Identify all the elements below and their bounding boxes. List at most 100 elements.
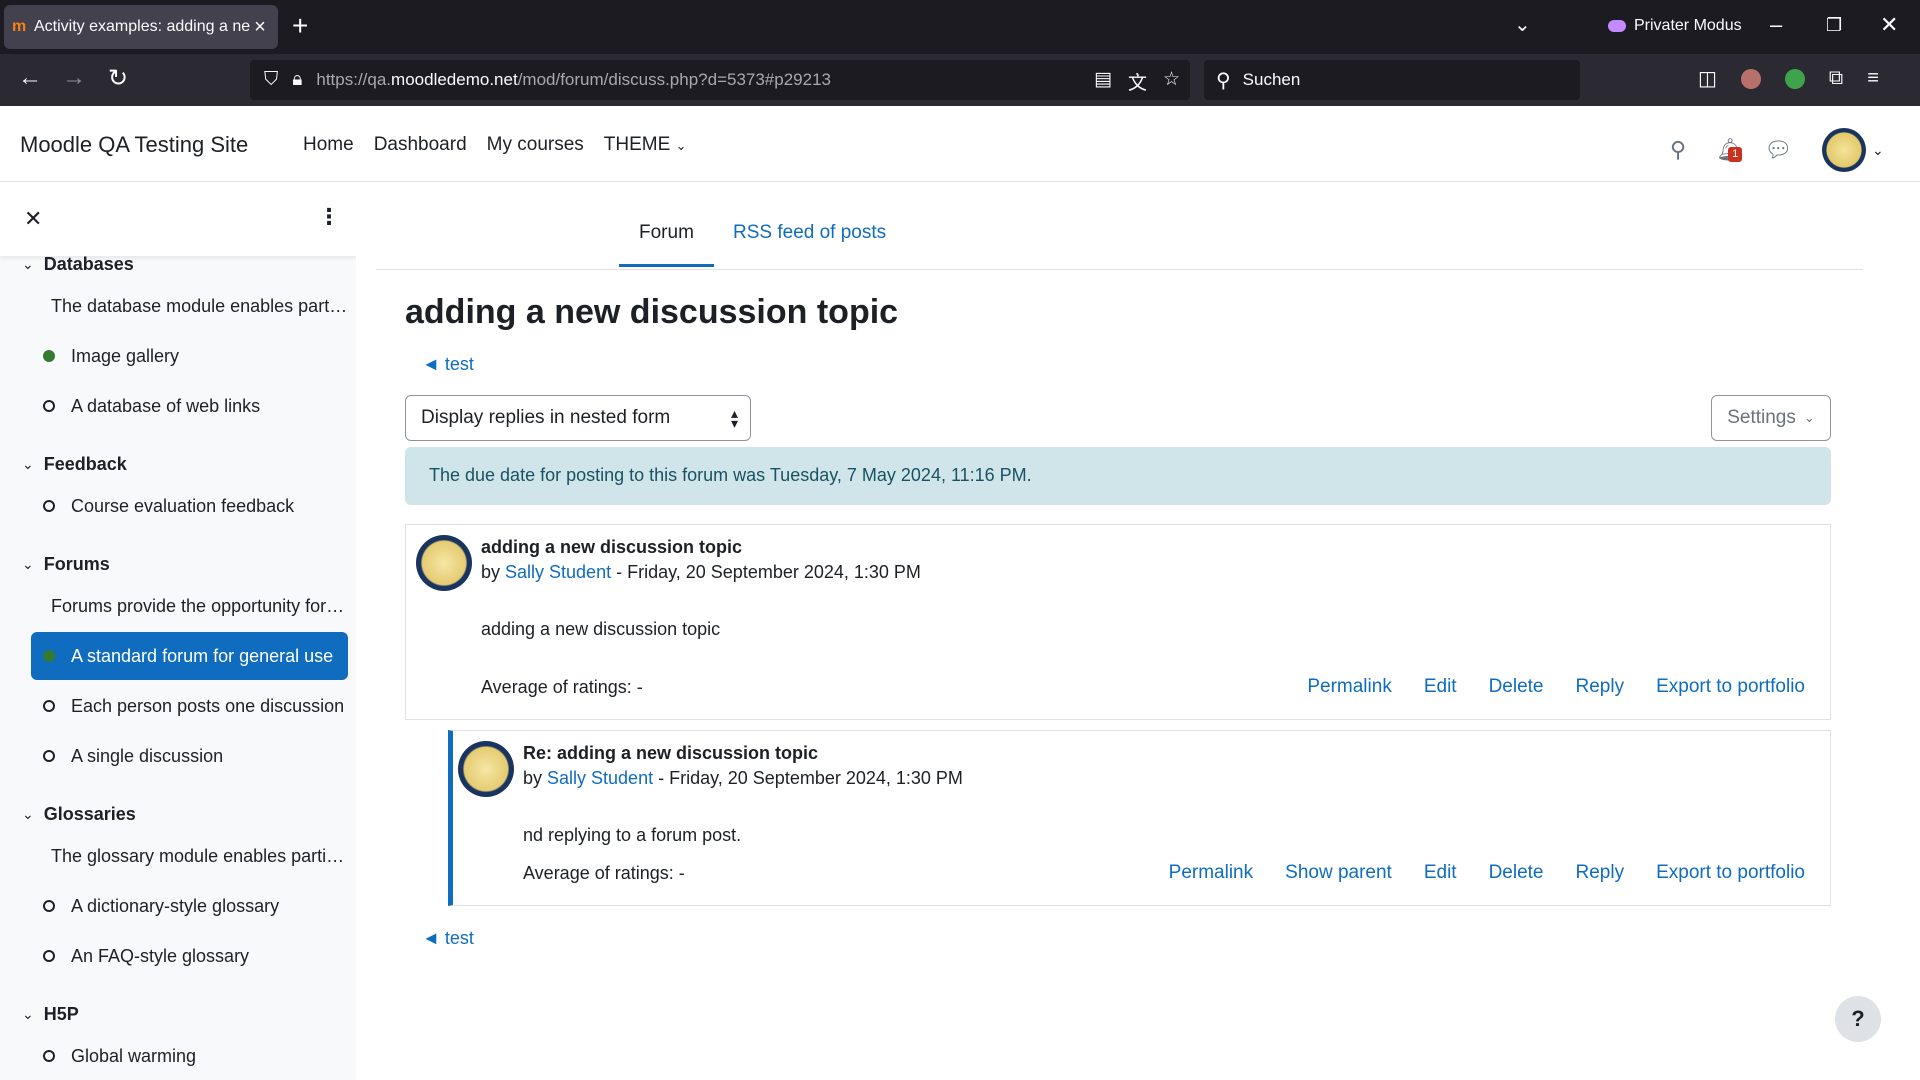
site-name[interactable]: Moodle QA Testing Site — [20, 132, 248, 158]
back-to-forum-link[interactable]: ◄ test — [422, 354, 474, 375]
close-tab-icon[interactable]: × — [250, 16, 270, 39]
post-byline: by Sally Student - Friday, 20 September … — [523, 768, 963, 788]
chevron-down-icon[interactable]: ⌄ — [22, 1006, 34, 1023]
close-drawer-icon[interactable]: ✕ — [24, 206, 42, 232]
list-item[interactable]: Each person posts one discussion — [31, 682, 348, 730]
author-link[interactable]: Sally Student — [505, 562, 611, 582]
list-item-active[interactable]: A standard forum for general use — [31, 632, 348, 680]
private-mode-label: Privater Modus — [1634, 17, 1742, 34]
restore-icon[interactable]: ❐ — [1826, 15, 1842, 36]
list-tabs-chevron-icon[interactable]: ⌄ — [1514, 12, 1531, 37]
translate-icon[interactable]: 文 — [1128, 68, 1147, 95]
browser-tab-bar: m Activity examples: adding a new discus… — [0, 0, 1920, 54]
section-h5p[interactable]: ⌄ H5P — [22, 1004, 79, 1025]
select-arrows-icon: ▴ ▾ — [730, 405, 738, 431]
completion-pending-icon — [43, 400, 55, 412]
display-mode-value: Display replies in nested form — [421, 407, 671, 428]
reply-link[interactable]: Reply — [1576, 676, 1625, 698]
list-item[interactable]: Image gallery — [31, 332, 348, 380]
back-to-forum-link-bottom[interactable]: ◄ test — [422, 928, 474, 949]
reader-view-icon[interactable]: ▤ — [1094, 68, 1112, 95]
extensions-puzzle-icon[interactable]: ⧉ — [1829, 67, 1843, 90]
url-text[interactable]: https://qa.moodledemo.net/mod/forum/disc… — [316, 70, 831, 90]
shield-icon[interactable]: ⛉ — [264, 69, 278, 91]
permalink-link[interactable]: Permalink — [1307, 676, 1391, 698]
reply-link[interactable]: Reply — [1576, 862, 1625, 884]
minimize-icon[interactable]: – — [1770, 12, 1782, 38]
nav-home[interactable]: Home — [303, 134, 354, 156]
forum-reply-post: Re: adding a new discussion topic by Sal… — [448, 730, 1831, 906]
edit-link[interactable]: Edit — [1424, 676, 1457, 698]
author-avatar[interactable] — [458, 741, 514, 797]
drawer-header: ✕ ⋮ — [0, 182, 356, 256]
forward-arrow-icon[interactable]: → — [62, 64, 86, 92]
messages-icon[interactable]: 💬︎ — [1764, 137, 1792, 163]
back-arrow-icon[interactable]: ← — [18, 64, 42, 92]
course-index-drawer: ✕ ⋮ ⌄ Databases The database module enabl… — [0, 182, 356, 1080]
address-bar[interactable]: ⛉ 🔒︎ https://qa.moodledemo.net/mod/forum… — [250, 60, 1190, 100]
main-content: Forum RSS feed of posts adding a new dis… — [356, 182, 1920, 1080]
window-close-icon[interactable]: ✕ — [1880, 12, 1898, 38]
chevron-down-icon[interactable]: ⌄ — [22, 556, 34, 573]
edit-link[interactable]: Edit — [1424, 862, 1457, 884]
search-icon[interactable]: ⚲ — [1670, 137, 1686, 163]
list-item[interactable]: A single discussion — [31, 732, 348, 780]
section-glossaries[interactable]: ⌄ Glossaries — [22, 804, 136, 825]
header-icons: ⚲ 🔔︎1 💬︎ ⌄ — [1670, 128, 1884, 172]
author-link[interactable]: Sally Student — [547, 768, 653, 788]
secondary-navigation: Forum RSS feed of posts — [376, 182, 1863, 270]
settings-label: Settings — [1727, 407, 1796, 428]
delete-link[interactable]: Delete — [1489, 862, 1544, 884]
display-mode-select[interactable]: Display replies in nested form ▴ ▾ — [405, 395, 751, 441]
post-byline: by Sally Student - Friday, 20 September … — [481, 562, 921, 582]
tab-forum[interactable]: Forum — [619, 222, 714, 267]
nav-dashboard[interactable]: Dashboard — [374, 134, 467, 156]
section-databases[interactable]: ⌄ Databases — [22, 254, 134, 275]
nav-my-courses[interactable]: My courses — [487, 134, 584, 156]
list-item[interactable]: An FAQ-style glossary — [31, 932, 348, 980]
private-mode-indicator: Privater Modus — [1608, 17, 1742, 35]
author-avatar[interactable] — [416, 535, 472, 591]
browser-search-input[interactable]: ⚲ Suchen — [1204, 60, 1580, 100]
list-item[interactable]: Forums provide the opportunity for discu… — [31, 582, 348, 630]
chevron-down-icon: ⌄ — [1872, 141, 1884, 158]
nav-theme-dropdown[interactable]: THEME ⌄ — [604, 134, 687, 156]
list-item[interactable]: Course evaluation feedback — [31, 482, 348, 530]
profile-extension-icon[interactable] — [1740, 68, 1761, 89]
pocket-icon[interactable]: ◫ — [1698, 66, 1717, 91]
browser-tab-active[interactable]: m Activity examples: adding a new discus… — [4, 5, 278, 49]
bookmark-star-icon[interactable]: ☆ — [1163, 68, 1180, 95]
delete-link[interactable]: Delete — [1489, 676, 1544, 698]
completion-done-icon — [43, 650, 55, 662]
chevron-down-icon[interactable]: ⌄ — [22, 256, 34, 273]
section-feedback[interactable]: ⌄ Feedback — [22, 454, 127, 475]
more-options-icon[interactable]: ⋮ — [318, 204, 340, 230]
lock-icon[interactable]: 🔒︎ — [292, 69, 302, 91]
new-tab-button[interactable]: + — [292, 10, 308, 42]
notifications-bell-icon[interactable]: 🔔︎1 — [1716, 137, 1744, 163]
export-portfolio-link[interactable]: Export to portfolio — [1656, 676, 1805, 698]
chevron-down-icon[interactable]: ⌄ — [22, 806, 34, 823]
private-mask-icon — [1608, 20, 1626, 32]
permalink-link[interactable]: Permalink — [1169, 862, 1253, 884]
green-extension-icon[interactable] — [1784, 68, 1805, 89]
list-item[interactable]: The database module enables participants… — [31, 282, 348, 330]
chevron-down-icon[interactable]: ⌄ — [22, 456, 34, 473]
show-parent-link[interactable]: Show parent — [1285, 862, 1392, 884]
list-item[interactable]: A database of web links — [31, 382, 348, 430]
settings-button[interactable]: Settings ⌄ — [1711, 395, 1831, 441]
menu-hamburger-icon[interactable]: ≡ — [1867, 67, 1879, 90]
post-actions: Permalink Show parent Edit Delete Reply … — [1169, 862, 1805, 884]
list-item[interactable]: Global warming — [31, 1032, 348, 1080]
tab-rss-feed[interactable]: RSS feed of posts — [733, 222, 886, 264]
list-item[interactable]: The glossary module enables participants… — [31, 832, 348, 880]
help-button[interactable]: ? — [1835, 996, 1881, 1042]
section-forums[interactable]: ⌄ Forums — [22, 554, 110, 575]
tab-title: Activity examples: adding a new discussi… — [34, 18, 250, 35]
export-portfolio-link[interactable]: Export to portfolio — [1656, 862, 1805, 884]
user-avatar[interactable] — [1822, 128, 1866, 172]
user-menu[interactable]: ⌄ — [1822, 128, 1884, 172]
reload-icon[interactable]: ↻ — [108, 64, 128, 93]
extension-icons: ◫ ⧉ ≡ — [1698, 66, 1879, 91]
list-item[interactable]: A dictionary-style glossary — [31, 882, 348, 930]
